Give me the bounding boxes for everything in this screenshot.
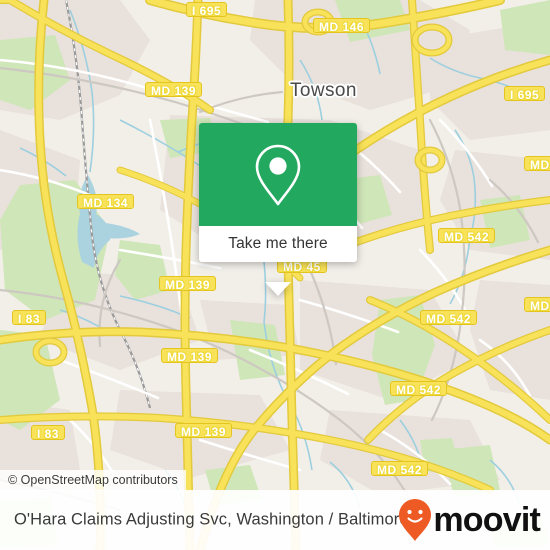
- road-shield: MD 542: [390, 381, 448, 397]
- road-shield: MD 146: [313, 18, 371, 34]
- road-shield: I 83: [12, 310, 47, 326]
- road-shield: MD 5: [524, 297, 550, 313]
- callout-action-label[interactable]: Take me there: [199, 226, 357, 262]
- road-shield: MD 134: [77, 194, 135, 210]
- road-shield: MD 542: [371, 461, 429, 477]
- road-shield: MD 139: [175, 423, 233, 439]
- callout-tail: [265, 282, 291, 296]
- osm-attribution[interactable]: © OpenStreetMap contributors: [0, 470, 186, 491]
- location-title: O'Hara Claims Adjusting Svc, Washington …: [14, 510, 409, 529]
- road-shield: MD 139: [145, 82, 203, 98]
- road-shield: MD 139: [159, 276, 217, 292]
- road-shield: MD 139: [161, 348, 219, 364]
- callout-header: [199, 123, 357, 226]
- map-pin-icon: [255, 144, 301, 205]
- road-shield: MD 5: [524, 156, 550, 172]
- road-shield: I 695: [504, 86, 546, 102]
- location-callout-card[interactable]: Take me there: [199, 123, 357, 296]
- moovit-brand[interactable]: moovit: [398, 498, 541, 542]
- map-vector: [0, 0, 550, 550]
- moovit-wordmark: moovit: [433, 501, 540, 539]
- place-label: Towson: [290, 80, 357, 101]
- moovit-pin-smiley-icon: [399, 499, 432, 541]
- moovit-map-screenshot: Towson I 695 MD 146 MD 139 I 695 MD 5 MD 134 M…: [0, 0, 550, 550]
- road-shield: I 695: [186, 2, 228, 18]
- map-canvas[interactable]: [0, 0, 550, 550]
- road-shield: I 83: [31, 425, 66, 441]
- footer-bar: O'Hara Claims Adjusting Svc, Washington …: [0, 490, 550, 550]
- road-shield: MD 542: [438, 228, 496, 244]
- road-shield: MD 542: [420, 310, 478, 326]
